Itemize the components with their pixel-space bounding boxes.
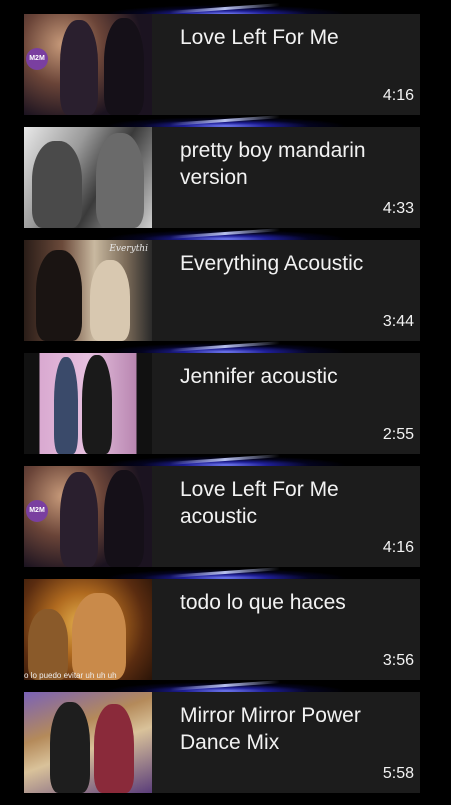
logo-badge: M2M (26, 48, 48, 70)
video-thumbnail[interactable]: M2M (24, 14, 152, 115)
video-title[interactable]: Love Left For Me acoustic (180, 476, 408, 530)
video-info: Love Left For Me 4:16 (152, 14, 420, 115)
thumbnail-person-left (60, 20, 98, 115)
video-duration: 4:16 (382, 539, 414, 556)
video-thumbnail[interactable]: M2M (24, 466, 152, 567)
video-duration: 3:44 (382, 313, 414, 330)
thumbnail-person-left (32, 141, 82, 228)
video-duration: 5:58 (382, 765, 414, 782)
video-info: Mirror Mirror Power Dance Mix 5:58 (152, 692, 420, 793)
video-title[interactable]: pretty boy mandarin version (180, 137, 408, 191)
thumbnail-person-right (104, 18, 144, 115)
video-item[interactable]: o lo puedo evitar uh uh uh todo lo que h… (24, 579, 420, 680)
video-info: todo lo que haces 3:56 (152, 579, 420, 680)
logo-badge: M2M (26, 500, 48, 522)
video-thumbnail[interactable] (24, 127, 152, 228)
thumbnail-person-left (60, 472, 98, 567)
video-thumbnail[interactable]: o lo puedo evitar uh uh uh (24, 579, 152, 680)
thumbnail-person-right (90, 260, 130, 341)
thumbnail-person-right (96, 133, 144, 228)
thumbnail-person-left (36, 250, 82, 341)
video-info: pretty boy mandarin version 4:33 (152, 127, 420, 228)
video-duration: 4:16 (382, 87, 414, 104)
video-info: Jennifer acoustic 2:55 (152, 353, 420, 454)
thumbnail-person-left (28, 609, 68, 680)
thumbnail-wordmark: Everythi (109, 244, 148, 254)
thumbnail-person-right (82, 355, 112, 454)
video-item[interactable]: Everythi Everything Acoustic 3:44 (24, 240, 420, 341)
thumbnail-caption: o lo puedo evitar uh uh uh (24, 671, 117, 680)
video-title[interactable]: Love Left For Me (180, 24, 408, 51)
video-info: Love Left For Me acoustic 4:16 (152, 466, 420, 567)
video-thumbnail[interactable] (24, 692, 152, 793)
video-title[interactable]: Everything Acoustic (180, 250, 408, 277)
video-duration: 4:33 (382, 200, 414, 217)
video-item[interactable]: pretty boy mandarin version 4:33 (24, 127, 420, 228)
thumbnail-person-left (54, 357, 78, 454)
thumbnail-person-right (72, 593, 126, 680)
thumbnail-person-left (50, 702, 90, 793)
video-thumbnail[interactable]: Everythi (24, 240, 152, 341)
video-item[interactable]: Jennifer acoustic 2:55 (24, 353, 420, 454)
video-item[interactable]: M2M Love Left For Me 4:16 (24, 14, 420, 115)
video-duration: 2:55 (382, 426, 414, 443)
video-title[interactable]: todo lo que haces (180, 589, 408, 616)
video-duration: 3:56 (382, 652, 414, 669)
video-info: Everything Acoustic 3:44 (152, 240, 420, 341)
thumbnail-person-right (94, 704, 134, 793)
video-item[interactable]: M2M Love Left For Me acoustic 4:16 (24, 466, 420, 567)
thumbnail-person-right (104, 470, 144, 567)
video-item[interactable]: Mirror Mirror Power Dance Mix 5:58 (24, 692, 420, 793)
video-title[interactable]: Mirror Mirror Power Dance Mix (180, 702, 408, 756)
video-thumbnail[interactable] (24, 353, 152, 454)
video-list: M2M Love Left For Me 4:16 pretty boy man… (24, 14, 420, 805)
video-title[interactable]: Jennifer acoustic (180, 363, 408, 390)
